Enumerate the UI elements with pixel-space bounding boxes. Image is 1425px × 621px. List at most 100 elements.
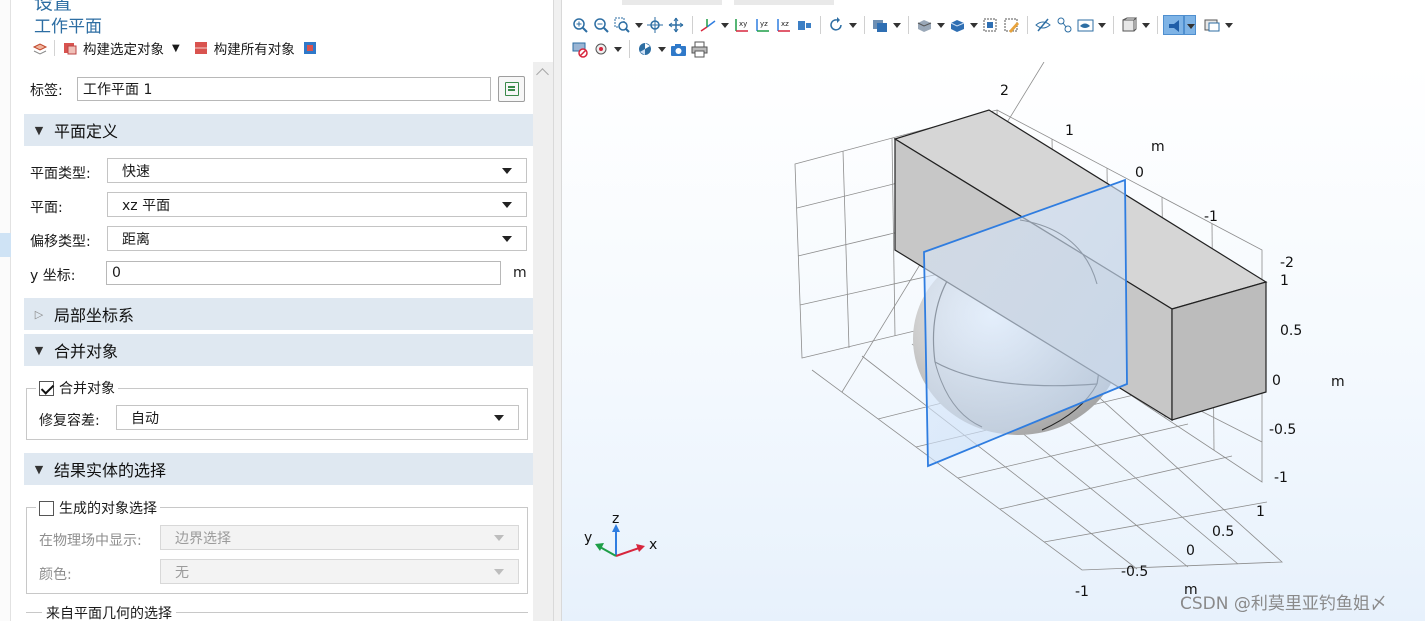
document-icon (505, 82, 519, 96)
toolbar-separator (1113, 16, 1114, 34)
view-yz-icon[interactable]: yz (752, 15, 773, 35)
transparency-icon[interactable] (666, 15, 687, 35)
view-axes-icon[interactable] (698, 15, 719, 35)
print-icon[interactable] (689, 39, 710, 59)
y-coordinate-input[interactable] (106, 261, 501, 285)
view-xz-icon[interactable]: xz (773, 15, 794, 35)
image-icon[interactable] (1202, 15, 1223, 35)
show-icon[interactable] (1054, 15, 1075, 35)
section-resulting-selection[interactable]: ▼ 结果实体的选择 (24, 453, 533, 485)
label-input[interactable] (77, 77, 491, 101)
build-update-icon[interactable] (303, 41, 317, 55)
chevron-down-icon[interactable]: ▼ (172, 43, 180, 54)
svg-text:xz: xz (781, 20, 789, 28)
comment-button[interactable] (498, 76, 525, 102)
toolbar-separator (864, 16, 865, 34)
unite-objects-checkbox[interactable] (39, 380, 54, 396)
workplane-icon[interactable] (32, 41, 48, 55)
wireframe-icon[interactable] (1119, 15, 1140, 35)
zoom-out-icon[interactable] (591, 15, 612, 35)
section-local-coordinate-system[interactable]: ▷ 局部坐标系 (24, 298, 533, 330)
unite-objects-checkbox-row[interactable]: 合并对象 (36, 378, 118, 398)
plane-label: 平面: (30, 200, 63, 216)
toolbar-separator (692, 16, 693, 34)
rotate-icon[interactable] (826, 15, 847, 35)
build-selected-button[interactable]: 构建选定对象 (83, 38, 164, 58)
selection-list-icon[interactable] (570, 39, 591, 59)
repair-tolerance-select[interactable]: 自动 (116, 405, 519, 430)
build-all-icon[interactable] (194, 41, 208, 55)
settings-scrollbar[interactable] (533, 62, 553, 621)
color-select[interactable]: 无 (160, 559, 519, 584)
zoom-in-icon[interactable] (570, 15, 591, 35)
z-axis-unit: m (1331, 374, 1345, 390)
zoom-box-icon[interactable] (612, 15, 633, 35)
x-axis-tick: -1 (1075, 584, 1089, 600)
offset-type-label: 偏移类型: (30, 234, 91, 250)
section-title: 平面定义 (54, 122, 119, 141)
x-axis-tick: 0.5 (1212, 524, 1234, 540)
panel-splitter[interactable] (553, 0, 562, 621)
chevron-down-icon[interactable] (968, 15, 980, 35)
expanded-triangle-icon: ▼ (34, 343, 44, 357)
y-axis-unit: m (1151, 139, 1165, 155)
graphics-tab[interactable] (622, 0, 722, 5)
camera-reset-icon[interactable] (794, 15, 815, 35)
section-title: 合并对象 (54, 342, 119, 361)
tree-selection-marker (0, 233, 11, 257)
snapshot-icon[interactable] (668, 39, 689, 59)
resulting-selection-checkbox-row[interactable]: 生成的对象选择 (36, 498, 160, 518)
chevron-down-icon[interactable] (1096, 15, 1108, 35)
select-domains-icon[interactable] (914, 15, 935, 35)
collapsed-triangle-icon: ▷ (34, 307, 44, 321)
toolbar-separator (1027, 16, 1028, 34)
caret-down-icon (502, 201, 512, 208)
zoom-extents-icon[interactable] (645, 15, 666, 35)
offset-type-select[interactable]: 距离 (107, 226, 527, 251)
section-title: 结果实体的选择 (54, 461, 167, 480)
plane-select[interactable]: xz 平面 (107, 192, 527, 217)
spin-icon[interactable] (635, 39, 656, 59)
graphics-tab[interactable] (734, 0, 834, 5)
scene-light-icon[interactable] (1163, 15, 1184, 35)
build-all-button[interactable]: 构建所有对象 (214, 38, 295, 58)
select-objects-icon[interactable] (870, 15, 891, 35)
render-icon[interactable] (1075, 15, 1096, 35)
build-selected-icon[interactable] (63, 41, 77, 55)
select-boundaries-icon[interactable] (947, 15, 968, 35)
toolbar-separator (629, 40, 630, 58)
scroll-up-icon[interactable] (536, 68, 549, 81)
section-plane-definition[interactable]: ▼ 平面定义 (24, 114, 533, 146)
chevron-down-icon[interactable] (612, 39, 624, 59)
chevron-down-icon[interactable] (719, 15, 731, 35)
chevron-down-icon[interactable] (656, 39, 668, 59)
graphics-viewport[interactable]: 2 1 m 0 -1 -2 1 0.5 0 m -0.5 -1 1 0.5 0 … (562, 62, 1425, 621)
chevron-down-icon[interactable] (1223, 15, 1235, 35)
chevron-down-icon[interactable] (935, 15, 947, 35)
resulting-selection-checkbox[interactable] (39, 500, 54, 516)
toolbar-separator (54, 40, 55, 56)
chevron-down-icon[interactable] (633, 15, 645, 35)
caret-down-icon (494, 568, 504, 575)
show-in-physics-select[interactable]: 边界选择 (160, 525, 519, 550)
hide-icon[interactable] (1033, 15, 1054, 35)
watermark-text: CSDN @利莫里亚钓鱼姐〆 (1180, 594, 1387, 614)
plane-value: xz 平面 (122, 197, 171, 214)
node-icon[interactable] (591, 39, 612, 59)
x-axis-tick: 1 (1256, 504, 1265, 520)
section-unite-objects[interactable]: ▼ 合并对象 (24, 334, 533, 366)
geometry-canvas: 2 1 m 0 -1 -2 1 0.5 0 m -0.5 -1 1 0.5 0 … (584, 62, 1345, 600)
build-toolbar: 构建选定对象 ▼ 构建所有对象 (32, 37, 317, 59)
clear-selection-icon[interactable] (1001, 15, 1022, 35)
chevron-down-icon[interactable] (891, 15, 903, 35)
model-tree-strip (0, 0, 11, 621)
chevron-down-icon[interactable] (1184, 15, 1196, 35)
zoom-selected-icon[interactable] (980, 15, 1001, 35)
svg-text:xy: xy (739, 20, 747, 28)
view-xy-icon[interactable]: xy (731, 15, 752, 35)
chevron-down-icon[interactable] (1140, 15, 1152, 35)
triad-y-label: y (584, 530, 592, 546)
z-axis-tick: 1 (1280, 273, 1289, 289)
plane-type-select[interactable]: 快速 (107, 158, 527, 183)
chevron-down-icon[interactable] (847, 15, 859, 35)
